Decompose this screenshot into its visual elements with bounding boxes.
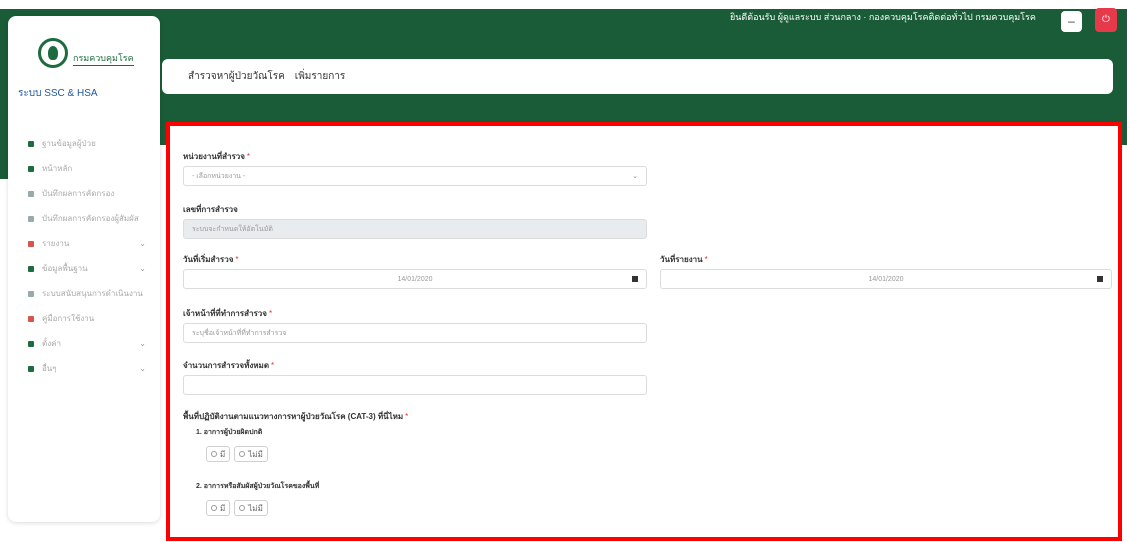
q2-radio-group: มี ไม่มี (206, 500, 268, 516)
sidebar-item-label: ข้อมูลพื้นฐาน (42, 264, 88, 273)
list-icon (28, 215, 34, 222)
sidebar-item-label: ฐานข้อมูลผู้ป่วย (42, 139, 96, 148)
book-icon (28, 315, 34, 322)
logout-button[interactable]: ⏻ (1095, 8, 1117, 32)
q2-no-radio[interactable]: ไม่มี (234, 500, 268, 516)
chevron-down-icon: ⌄ (632, 173, 638, 180)
sidebar-item-label: หน้าหลัก (42, 164, 73, 173)
chevron-down-icon: ⌄ (139, 364, 146, 373)
agency-select[interactable]: - เลือกหน่วยงาน - ⌄ (183, 166, 647, 186)
sidebar-item[interactable]: รายงาน ⌄ (8, 231, 160, 256)
q2-yes-radio[interactable]: มี (206, 500, 231, 516)
sidebar-item-label: อื่นๆ (42, 364, 57, 373)
start-date-input[interactable]: 14/01/2020 (183, 269, 647, 289)
sidebar-item[interactable]: หน้าหลัก (8, 156, 160, 181)
sidebar-item-label: ระบบสนับสนุนการดำเนินงาน (42, 289, 143, 298)
calendar-icon[interactable] (632, 276, 638, 282)
q1-label: 1. อาการผู้ป่วยผิดปกติ (196, 429, 263, 436)
sidebar-item[interactable]: อื่นๆ ⌄ (8, 356, 160, 381)
ddc-logo-icon (38, 38, 68, 68)
end-date-label: วันที่รายงาน * (660, 255, 708, 264)
staff-label: เจ้าหน้าที่ที่ทำการสำรวจ * (183, 309, 273, 318)
breadcrumb-title[interactable]: สำรวจหาผู้ป่วยวัณโรค (188, 69, 285, 84)
home-icon (28, 165, 34, 172)
breadcrumb-action: เพิ่มรายการ (294, 71, 346, 82)
database-icon (28, 265, 34, 272)
chevron-down-icon: ⌄ (139, 239, 146, 248)
q1-yes-radio[interactable]: มี (206, 446, 231, 462)
clipboard-icon (28, 290, 34, 297)
sidebar-item-label: บันทึกผลการคัดกรอง (42, 189, 115, 198)
sidebar-item[interactable]: ข้อมูลพื้นฐาน ⌄ (8, 256, 160, 281)
survey-form-card: หน่วยงานที่สำรวจ * - เลือกหน่วยงาน - ⌄ เลข… (166, 122, 1122, 541)
square-icon (28, 140, 34, 147)
radio-circle-icon (211, 451, 217, 457)
breadcrumb: สำรวจหาผู้ป่วยวัณโรค เพิ่มรายการ (162, 59, 1113, 94)
logo-name: กรมควบคุมโรค (73, 51, 134, 66)
survey-id-label: เลขที่การสำรวจ (183, 205, 238, 214)
total-input[interactable] (183, 375, 647, 395)
agency-label: หน่วยงานที่สำรวจ * (183, 152, 251, 161)
question-label: พื้นที่ปฏิบัติงานตามแนวทางการหาผู้ป่วยวั… (183, 412, 409, 421)
chevron-down-icon: ⌄ (139, 339, 146, 348)
system-name[interactable]: ระบบ SSC & HSA (18, 86, 148, 101)
calendar-icon[interactable] (1097, 276, 1103, 282)
sidebar-item-label: รายงาน (42, 239, 70, 248)
minimize-button[interactable]: – (1061, 11, 1082, 32)
sidebar-item-label: ตั้งค่า (42, 339, 61, 348)
sidebar-item-label: บันทึกผลการคัดกรองผู้สัมผัส (42, 214, 139, 223)
sidebar: กรมควบคุมโรค ระบบ SSC & HSA ฐานข้อมูลผู้… (8, 16, 160, 522)
survey-id-field: ระบบจะกำหนดให้อัตโนมัติ (183, 219, 647, 239)
radio-circle-icon (211, 505, 217, 511)
sidebar-nav: ฐานข้อมูลผู้ป่วยหน้าหลักบันทึกผลการคัดกร… (8, 131, 160, 381)
radio-circle-icon (239, 451, 246, 457)
end-date-input[interactable]: 14/01/2020 (660, 269, 1112, 289)
sidebar-item[interactable]: ตั้งค่า ⌄ (8, 331, 160, 356)
sidebar-item[interactable]: ฐานข้อมูลผู้ป่วย (8, 131, 160, 156)
info-icon (28, 365, 34, 372)
gear-icon (28, 340, 34, 347)
sidebar-item[interactable]: คู่มือการใช้งาน (8, 306, 160, 331)
q1-no-radio[interactable]: ไม่มี (234, 446, 268, 462)
total-label: จำนวนการสำรวจทั้งหมด * (183, 361, 275, 370)
user-greeting[interactable]: ยินดีต้อนรับ ผู้ดูแลระบบ ส่วนกลาง · กองค… (730, 10, 1036, 24)
list-icon (28, 190, 34, 197)
sidebar-item-label: คู่มือการใช้งาน (42, 314, 95, 323)
sidebar-item[interactable]: บันทึกผลการคัดกรองผู้สัมผัส (8, 206, 160, 231)
staff-input[interactable]: ระบุชื่อเจ้าหน้าที่ที่ทำการสำรวจ (183, 323, 647, 343)
sidebar-item[interactable]: บันทึกผลการคัดกรอง (8, 181, 160, 206)
sidebar-item[interactable]: ระบบสนับสนุนการดำเนินงาน (8, 281, 160, 306)
q2-label: 2. อาการหรือสัมผัสผู้ป่วยวัณโรคของพื้นที… (196, 483, 320, 490)
radio-circle-icon (239, 505, 246, 511)
chevron-down-icon: ⌄ (139, 264, 146, 273)
start-date-label: วันที่เริ่มสำรวจ * (183, 255, 239, 264)
chart-icon (28, 240, 34, 247)
q1-radio-group: มี ไม่มี (206, 446, 268, 462)
